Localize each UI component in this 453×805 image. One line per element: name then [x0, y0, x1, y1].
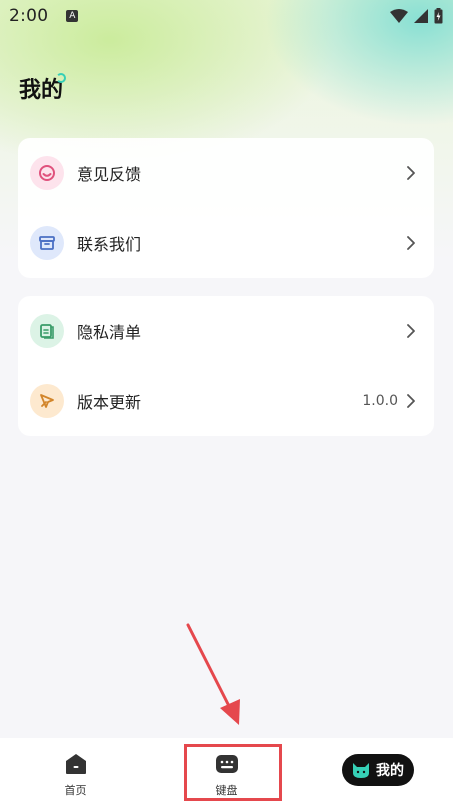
- feedback-smile-icon: [30, 156, 64, 190]
- chevron-right-icon: [407, 394, 415, 408]
- status-left: 2:00 A: [9, 6, 79, 26]
- privacy-list-row[interactable]: 隐私清单: [18, 296, 434, 366]
- feedback-label: 意见反馈: [77, 165, 142, 184]
- chevron-right-icon: [407, 324, 415, 338]
- chevron-right-icon: [407, 236, 415, 250]
- contact-box-icon: [30, 226, 64, 260]
- notification-app-icon: A: [66, 10, 79, 22]
- status-right: [390, 8, 443, 24]
- rocket-icon: [30, 384, 64, 418]
- tab-mine-label: 我的: [376, 763, 404, 779]
- tab-mine[interactable]: 我的: [302, 738, 453, 805]
- cellular-signal-icon: [414, 9, 428, 23]
- status-time: 2:00: [9, 6, 49, 26]
- privacy-doc-icon: [30, 314, 64, 348]
- settings-card-1: 意见反馈 联系我们: [18, 138, 434, 278]
- tab-home-label: 首页: [64, 784, 87, 797]
- chevron-right-icon: [407, 166, 415, 180]
- contact-us-label: 联系我们: [77, 235, 142, 254]
- version-update-label: 版本更新: [77, 393, 142, 412]
- cat-face-icon: [353, 763, 369, 778]
- wifi-icon: [390, 9, 408, 23]
- home-icon: [65, 754, 86, 774]
- battery-icon: [434, 8, 443, 24]
- tab-home[interactable]: 首页: [0, 738, 151, 805]
- annotation-arrow-icon: [186, 623, 240, 725]
- contact-us-row[interactable]: 联系我们: [18, 208, 434, 278]
- feedback-row[interactable]: 意见反馈: [18, 138, 434, 208]
- version-number: 1.0.0: [362, 393, 398, 409]
- privacy-list-label: 隐私清单: [77, 323, 142, 342]
- version-update-row[interactable]: 版本更新 1.0.0: [18, 366, 434, 436]
- settings-card-2: 隐私清单 版本更新 1.0.0: [18, 296, 434, 436]
- tab-mine-active-pill: 我的: [341, 754, 414, 786]
- keyboard-tab-highlight-box: [184, 744, 282, 801]
- title-accent-ring: [56, 73, 66, 83]
- status-bar: 2:00 A: [0, 0, 453, 32]
